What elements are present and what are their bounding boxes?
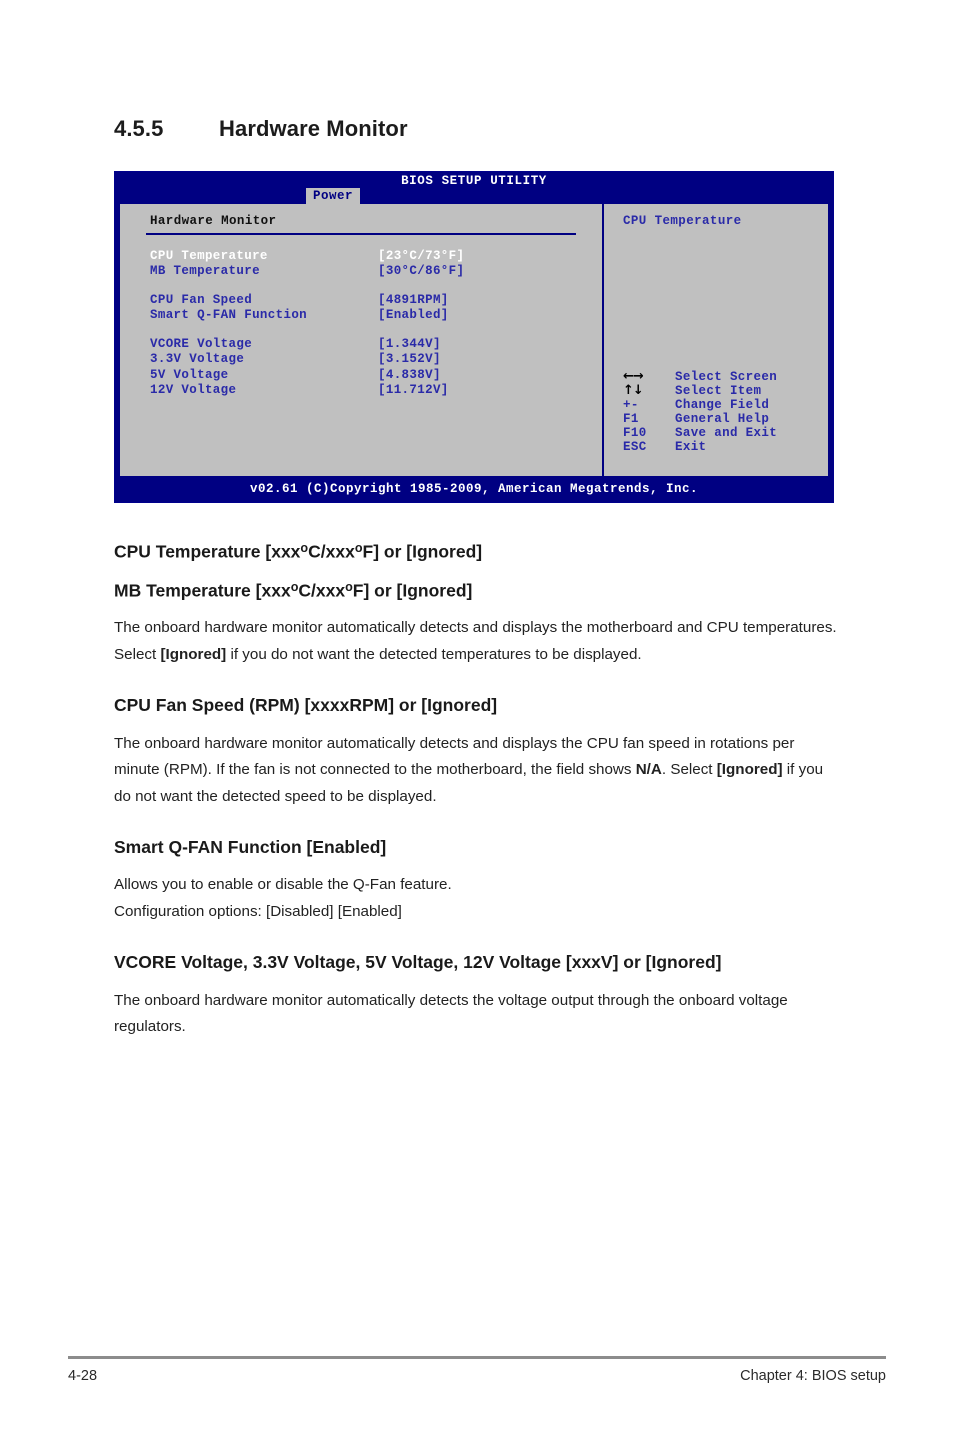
paragraph-text: . Select [661, 761, 717, 779]
legend-desc: Select Screen [675, 370, 778, 384]
legend-row-select-item: ↑↓ Select Item [623, 384, 823, 398]
bios-label: 5V Voltage [150, 367, 229, 382]
section-number: 4.5.5 [114, 116, 164, 141]
degree-symbol: o [345, 579, 353, 594]
bios-copyright-footer: v02.61 (C)Copyright 1985-2009, American … [115, 478, 833, 502]
legend-desc: Select Item [675, 384, 762, 398]
left-right-arrow-icon: ←→ [623, 369, 644, 384]
bios-help-panel: CPU Temperature ←→ Select Screen ↑↓ Sele… [604, 204, 828, 476]
paragraph-voltages: The onboard hardware monitor automatical… [114, 991, 788, 1036]
bios-label: 12V Voltage [150, 383, 237, 398]
bios-label: Smart Q-FAN Function [150, 308, 308, 323]
heading-text-part: C/xxx [298, 579, 346, 600]
emphasis-na: N/A [635, 761, 662, 779]
bios-body: Hardware Monitor CPU Temperature [23°C/7… [118, 202, 830, 478]
heading-text-part: F] or [Ignored] [362, 541, 483, 562]
bios-value: [4.838V] [378, 367, 441, 382]
bios-row-cpu-temperature[interactable]: CPU Temperature [23°C/73°F] [150, 249, 602, 265]
paragraph-temperature: The onboard hardware monitor automatical… [114, 615, 838, 668]
legend-desc: Change Field [675, 398, 770, 412]
heading-text-part: F] or [Ignored] [352, 579, 473, 600]
bios-utility-title: BIOS SETUP UTILITY [401, 174, 547, 188]
bios-row-smart-qfan-function[interactable]: Smart Q-FAN Function [Enabled] [150, 308, 602, 324]
row-spacer [150, 324, 602, 337]
bios-row-mb-temperature[interactable]: MB Temperature [30°C/86°F] [150, 264, 602, 280]
chapter-label: Chapter 4: BIOS setup [740, 1368, 886, 1384]
bios-row-3v3-voltage[interactable]: 3.3V Voltage [3.152V] [150, 352, 602, 368]
paragraph-qfan: Allows you to enable or disable the Q-Fa… [114, 872, 838, 925]
bios-help-title: CPU Temperature [623, 214, 742, 228]
heading-cpu-temperature: CPU Temperature [xxxoC/xxxoF] or [Ignore… [114, 540, 838, 563]
paragraph-text: Allows you to enable or disable the Q-Fa… [114, 876, 452, 894]
bios-row-5v-voltage[interactable]: 5V Voltage [4.838V] [150, 368, 602, 384]
bios-titlebar: BIOS SETUP UTILITY Power [115, 172, 833, 206]
heading-cpu-fan-speed: CPU Fan Speed (RPM) [xxxxRPM] or [Ignore… [114, 695, 498, 716]
panel-divider [146, 232, 576, 235]
bios-main-panel: Hardware Monitor CPU Temperature [23°C/7… [120, 204, 604, 476]
legend-row-change-field: +- Change Field [623, 398, 823, 412]
heading-text-part: CPU Temperature [xxx [114, 541, 301, 562]
plus-minus-key-icon: +- [623, 398, 639, 412]
bios-value: [4891RPM] [378, 292, 449, 307]
bios-value: [23°C/73°F] [378, 248, 465, 263]
legend-row-select-screen: ←→ Select Screen [623, 370, 823, 384]
heading-smart-qfan-function: Smart Q-FAN Function [Enabled] [114, 837, 387, 857]
emphasis-ignored: [Ignored] [716, 761, 783, 779]
page-title: 4.5.5 Hardware Monitor [114, 116, 408, 142]
bios-option-list: CPU Temperature [23°C/73°F] MB Temperatu… [120, 249, 602, 399]
bios-value: [11.712V] [378, 383, 449, 398]
bios-row-cpu-fan-speed[interactable]: CPU Fan Speed [4891RPM] [150, 293, 602, 309]
f1-key-icon: F1 [623, 412, 639, 426]
bios-label: MB Temperature [150, 264, 260, 279]
bios-row-vcore-voltage[interactable]: VCORE Voltage [1.344V] [150, 337, 602, 353]
f10-key-icon: F10 [623, 426, 647, 440]
bios-label: CPU Temperature [150, 248, 268, 263]
degree-symbol: o [354, 541, 363, 555]
bios-label: VCORE Voltage [150, 336, 253, 351]
esc-key-icon: ESC [623, 440, 647, 454]
legend-row-exit: ESC Exit [623, 440, 823, 454]
degree-symbol: o [300, 541, 309, 555]
paragraph-text: if you do not want the detected temperat… [226, 645, 642, 663]
bios-panel-title: Hardware Monitor [150, 214, 277, 228]
bios-key-legend: ←→ Select Screen ↑↓ Select Item +- Chang… [623, 370, 823, 454]
emphasis-ignored: [Ignored] [160, 645, 227, 663]
bios-label: CPU Fan Speed [150, 292, 253, 307]
heading-text-part: MB Temperature [xxx [114, 579, 291, 600]
legend-desc: General Help [675, 412, 770, 426]
bios-label: 3.3V Voltage [150, 352, 245, 367]
paragraph-fan-speed: The onboard hardware monitor automatical… [114, 731, 838, 810]
up-down-arrow-icon: ↑↓ [623, 383, 644, 398]
heading-voltages: VCORE Voltage, 3.3V Voltage, 5V Voltage,… [114, 952, 722, 973]
paragraph-text: Configuration options: [Disabled] [Enabl… [114, 902, 402, 920]
bios-value: [1.344V] [378, 336, 441, 351]
bios-value: [Enabled] [378, 308, 449, 323]
legend-row-save-and-exit: F10 Save and Exit [623, 426, 823, 440]
legend-desc: Save and Exit [675, 426, 778, 440]
document-body: CPU Temperature [xxxoC/xxxoF] or [Ignore… [114, 540, 838, 1041]
page-number: 4-28 [68, 1368, 98, 1384]
heading-text-part: C/xxx [308, 541, 355, 562]
heading-mb-temperature: MB Temperature [xxxoC/xxxoF] or [Ignored… [114, 579, 838, 602]
row-spacer [150, 280, 602, 293]
bios-value: [30°C/86°F] [378, 264, 465, 279]
legend-desc: Exit [675, 440, 707, 454]
section-title: Hardware Monitor [219, 116, 408, 141]
legend-row-general-help: F1 General Help [623, 412, 823, 426]
bios-setup-screenshot: BIOS SETUP UTILITY Power Hardware Monito… [114, 171, 834, 503]
bios-row-12v-voltage[interactable]: 12V Voltage [11.712V] [150, 383, 602, 399]
bios-value: [3.152V] [378, 352, 441, 367]
footer-divider [68, 1356, 886, 1359]
